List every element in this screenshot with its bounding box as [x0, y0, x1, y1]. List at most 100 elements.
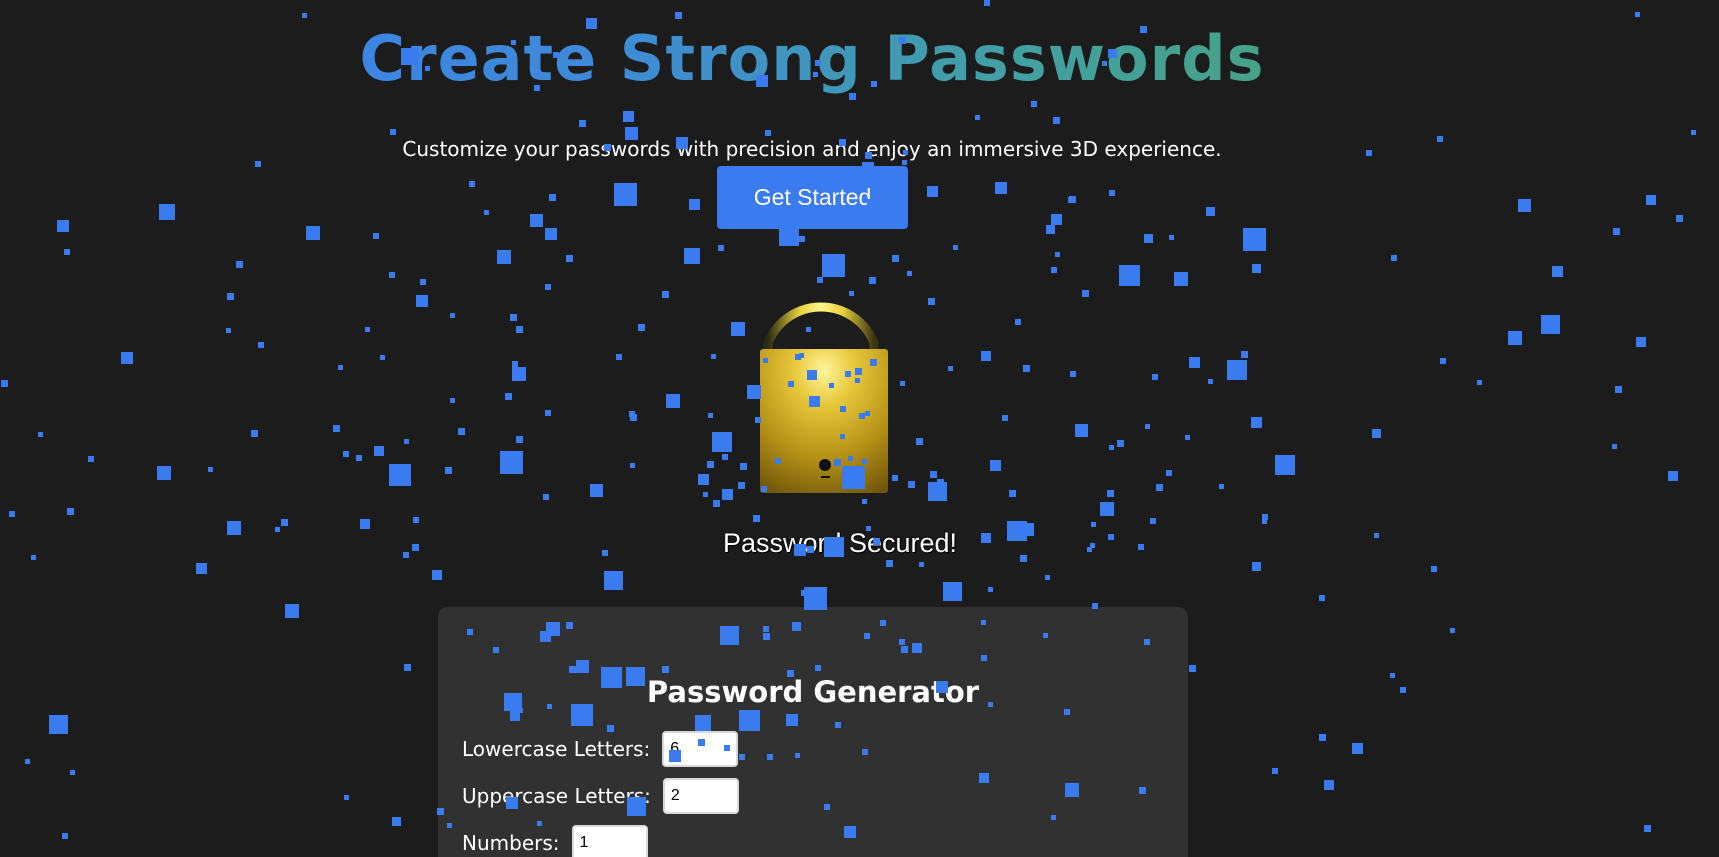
particle: [227, 521, 241, 535]
particle: [799, 236, 805, 242]
particle: [1069, 196, 1076, 203]
particle: [1278, 461, 1285, 468]
particle: [1189, 665, 1196, 672]
particle: [1051, 267, 1057, 273]
particle: [604, 571, 623, 590]
particle: [545, 228, 557, 240]
particle: [698, 474, 709, 485]
particle: [157, 466, 171, 480]
particle: [1087, 547, 1092, 552]
particle: [1107, 490, 1114, 497]
particle: [1046, 225, 1055, 234]
particle: [919, 562, 924, 567]
particle: [1400, 687, 1406, 693]
particle: [374, 446, 384, 456]
particle: [892, 255, 899, 262]
particle: [1241, 351, 1248, 358]
particle: [258, 342, 264, 348]
lowercase-input[interactable]: [662, 731, 739, 767]
particle: [450, 398, 455, 403]
particle: [943, 582, 962, 601]
particle: [1668, 471, 1678, 481]
particle: [753, 515, 760, 522]
particle: [990, 460, 1001, 471]
particle: [869, 277, 876, 284]
particle: [1319, 595, 1325, 601]
particle: [389, 464, 411, 486]
particle: [333, 425, 340, 432]
particle: [1252, 264, 1261, 273]
particle: [590, 484, 603, 497]
particle: [1152, 374, 1158, 380]
particle: [1319, 734, 1326, 741]
particle: [822, 254, 845, 277]
particle: [236, 261, 243, 268]
particle: [275, 527, 280, 532]
particle: [1169, 235, 1174, 240]
particle: [1020, 555, 1027, 562]
particle: [208, 467, 213, 472]
particle: [1374, 533, 1379, 538]
lock-shackle: [763, 302, 879, 351]
numbers-row: Numbers:: [462, 825, 648, 857]
particle: [984, 0, 990, 6]
particle: [403, 552, 409, 558]
particle: [1646, 195, 1656, 205]
particle: [302, 13, 307, 18]
particle: [484, 210, 489, 215]
particle: [1251, 417, 1262, 428]
particle: [49, 715, 68, 734]
numbers-input[interactable]: [571, 825, 648, 857]
particle: [1372, 429, 1381, 438]
particle: [779, 226, 799, 246]
particle: [1352, 743, 1363, 754]
particle: [930, 471, 937, 478]
particle: [1508, 331, 1522, 345]
particle: [281, 519, 288, 526]
particle: [1272, 768, 1278, 774]
particle: [413, 517, 419, 523]
keyhole-icon: [819, 459, 831, 471]
particle: [1227, 360, 1247, 380]
particle: [675, 12, 682, 19]
particle: [927, 186, 938, 197]
particle: [928, 298, 935, 305]
particle: [1091, 522, 1096, 527]
particle: [1023, 365, 1030, 372]
padlock-graphic: [760, 302, 888, 493]
particle: [707, 461, 714, 468]
particle: [1100, 502, 1114, 516]
uppercase-input[interactable]: [662, 778, 739, 814]
particle: [988, 587, 993, 592]
status-message: Password Secured!: [722, 528, 958, 558]
particle: [1390, 673, 1395, 678]
particle: [948, 366, 953, 371]
particle: [67, 508, 74, 515]
particle: [1691, 130, 1696, 135]
particle: [981, 351, 991, 361]
particle: [614, 183, 637, 206]
particle: [630, 463, 635, 468]
particle: [662, 291, 669, 298]
particle: [953, 245, 958, 250]
particle: [1174, 272, 1188, 286]
particle: [545, 284, 551, 290]
particle: [1150, 518, 1156, 524]
particle: [226, 328, 231, 333]
particle: [579, 120, 586, 127]
particle: [1676, 215, 1683, 222]
padlock-icon: [740, 285, 910, 505]
particle: [392, 817, 401, 826]
particle: [1082, 290, 1089, 297]
particle: [420, 279, 426, 285]
particle: [343, 451, 349, 457]
particle: [1002, 415, 1008, 421]
particle: [1391, 255, 1397, 261]
particle: [1090, 543, 1095, 548]
particle: [1252, 562, 1261, 571]
particle: [505, 393, 512, 400]
particle: [1145, 424, 1150, 429]
page: Create Strong Passwords Customize your p…: [0, 0, 1719, 857]
particle: [629, 411, 635, 417]
get-started-button[interactable]: Get Started: [717, 166, 908, 229]
